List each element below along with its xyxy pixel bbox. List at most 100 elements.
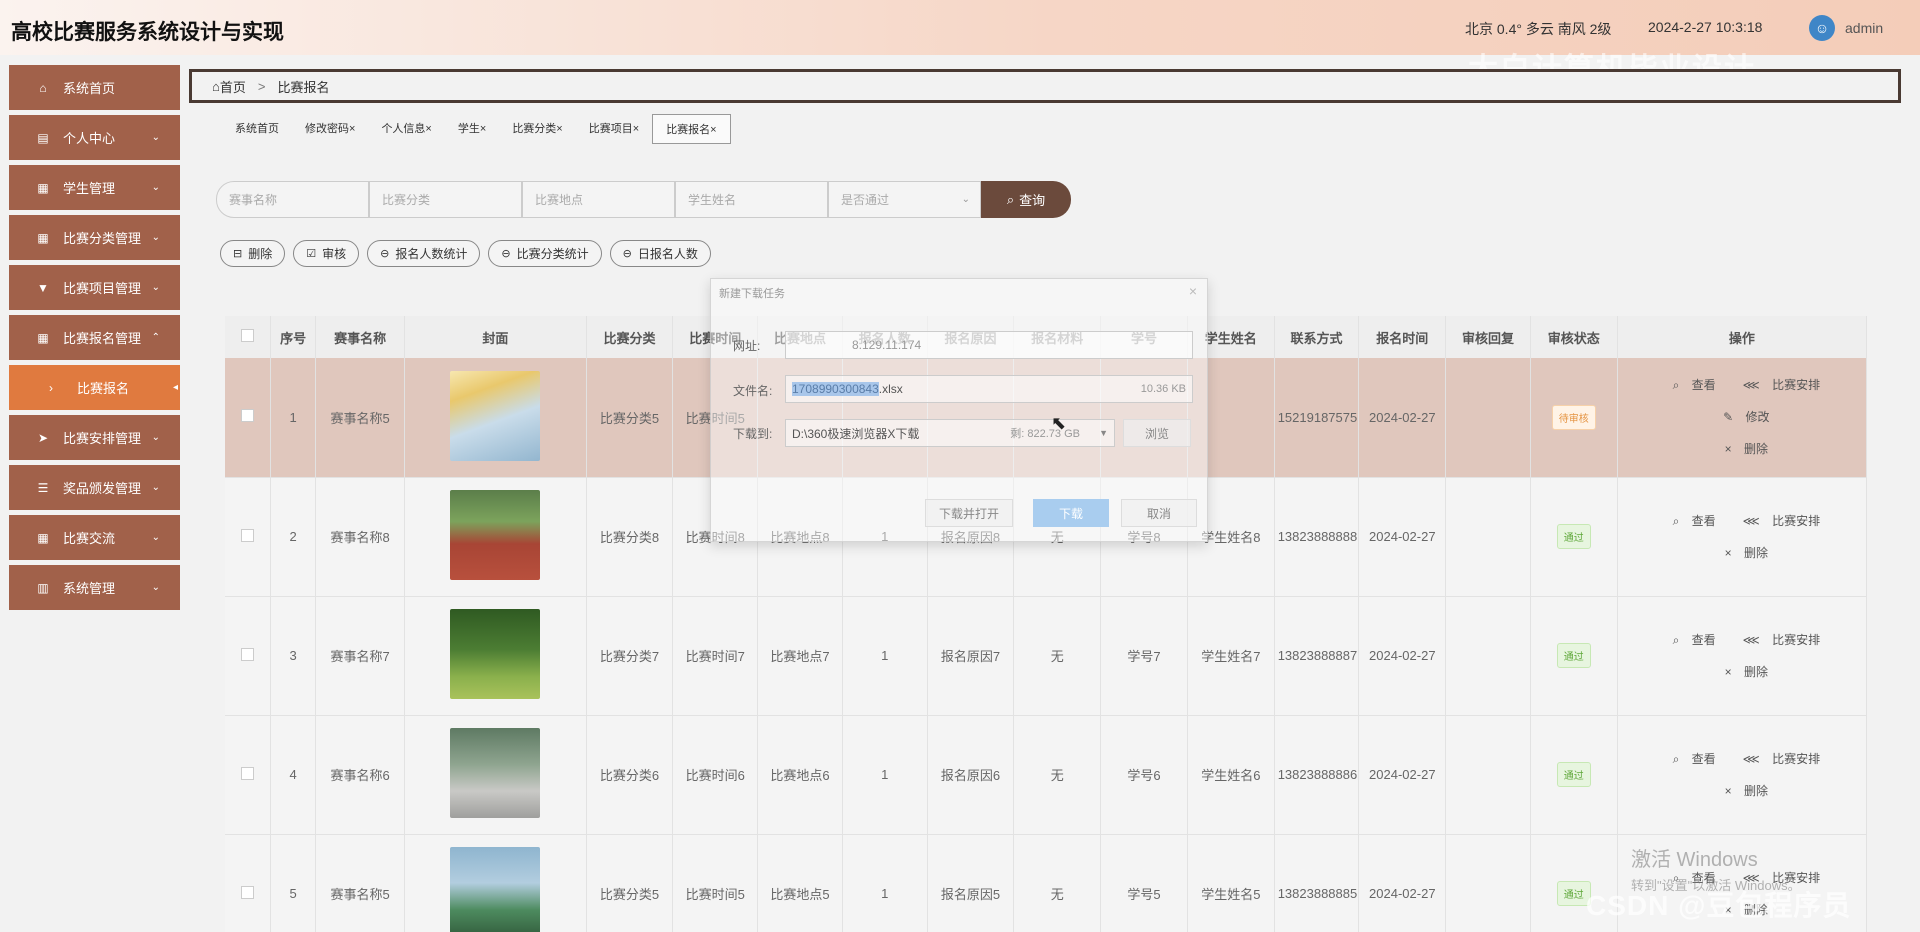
cell-reply	[1445, 715, 1531, 835]
row-action-2[interactable]: × 删除	[1716, 784, 1768, 798]
category-stat-button[interactable]: ⊖ 比赛分类统计	[488, 240, 602, 267]
tab-student[interactable]: 学生×	[445, 114, 499, 144]
filename-input[interactable]: 1708990300843 .xlsx 10.36 KB	[785, 375, 1193, 403]
cover-image[interactable]	[450, 847, 541, 932]
username[interactable]: admin	[1845, 20, 1883, 36]
mouse-cursor-icon: ⬉	[1051, 413, 1067, 433]
cover-image[interactable]	[450, 370, 541, 461]
row-action-1[interactable]: ⋘ 比赛安排	[1734, 633, 1820, 647]
row-checkbox-cell	[225, 715, 271, 835]
row-action-0[interactable]: ⌕ 查看	[1664, 378, 1716, 392]
location-input[interactable]: 比赛地点	[522, 181, 675, 218]
tab-change-password[interactable]: 修改密码×	[292, 114, 368, 144]
cancel-button[interactable]: 取消	[1121, 499, 1197, 527]
cover-image[interactable]	[450, 728, 541, 818]
sidebar-item-label: 系统首页	[63, 81, 116, 96]
query-button[interactable]: ⌕ 查询	[981, 181, 1071, 218]
cover-image[interactable]	[450, 609, 541, 699]
cell-student: 学生姓名7	[1187, 596, 1275, 716]
row-action-1[interactable]: ⋘ 比赛安排	[1734, 752, 1820, 766]
status-badge: 通过	[1556, 643, 1591, 668]
brush-icon: ▼	[37, 280, 49, 295]
row-checkbox[interactable]	[240, 409, 254, 423]
audit-button[interactable]: ☑ 审核	[293, 240, 360, 267]
row-action-1[interactable]: ⋘ 比赛安排	[1734, 514, 1820, 528]
caret-down-icon[interactable]: ▼	[1099, 428, 1108, 438]
audit-button-label: 审核	[322, 247, 347, 261]
cell-material: 无	[1013, 596, 1102, 716]
row-action-2[interactable]: × 删除	[1716, 665, 1768, 679]
sidebar-item-8[interactable]: ☰ 奖品颁发管理 ⌄	[9, 465, 180, 510]
share-icon: ⋘	[1742, 378, 1764, 393]
search-icon: ⌕	[1672, 751, 1683, 766]
tab-project[interactable]: 比赛项目×	[576, 114, 652, 144]
tab-profile[interactable]: 个人信息×	[368, 114, 444, 144]
file-size: 10.36 KB	[1140, 383, 1186, 395]
row-checkbox[interactable]	[240, 647, 254, 661]
home-icon[interactable]: ⌂	[212, 79, 220, 94]
cell-location: 比赛地点6	[757, 715, 843, 835]
close-icon[interactable]: ×	[1189, 283, 1197, 299]
minus-circle-icon: ⊖	[501, 248, 511, 260]
url-field[interactable]: 8.129.11.174	[785, 331, 1193, 359]
cover-image[interactable]	[450, 490, 541, 580]
sidebar-item-label: 个人中心	[63, 131, 116, 146]
sidebar-item-9[interactable]: ▦ 比赛交流 ⌄	[9, 515, 180, 560]
avatar[interactable]: ☺	[1809, 15, 1835, 41]
chevron-down-icon: ⌄	[961, 194, 970, 205]
home-icon: ⌂	[39, 80, 47, 95]
row-checkbox[interactable]	[240, 885, 254, 899]
grid-icon: ▦	[37, 180, 49, 195]
operations-cell: ⌕ 查看 ⋘ 比赛安排 ✎ 修改 × 删除	[1617, 358, 1867, 478]
select-all-checkbox[interactable]	[240, 329, 254, 342]
cell-regtime: 2024-02-27	[1358, 358, 1447, 478]
row-checkbox[interactable]	[240, 766, 254, 780]
column-header: 比赛分类	[586, 316, 674, 358]
delete-button[interactable]: ⊟ 删除	[220, 240, 286, 267]
sidebar-item-2[interactable]: ▦ 学生管理 ⌄	[9, 165, 180, 210]
student-name-input[interactable]: 学生姓名	[675, 181, 828, 218]
row-action-1[interactable]: ⋘ 比赛安排	[1734, 378, 1820, 392]
sidebar-item-0[interactable]: ⌂ 系统首页	[9, 65, 180, 110]
download-button[interactable]: 下载	[1033, 499, 1109, 527]
table-row[interactable]: 4 赛事名称6 比赛分类6 比赛时间6 比赛地点6 1 报名原因6 无学号6 学生姓名6 1382…	[225, 715, 1867, 835]
sidebar-item-label: 比赛报名管理	[63, 331, 142, 346]
passed-select[interactable]: 是否通过 ⌄	[828, 181, 981, 218]
download-open-button[interactable]: 下载并打开	[925, 499, 1013, 527]
daily-count-button[interactable]: ⊖ 日报名人数	[609, 240, 711, 267]
filename-ext: .xlsx	[878, 382, 903, 396]
tab-home[interactable]: 系统首页	[222, 114, 292, 144]
sidebar-item-1[interactable]: ▤ 个人中心 ⌄	[9, 115, 180, 160]
cell-student: 学生姓名5	[1187, 834, 1275, 932]
sidebar-item-3[interactable]: ▦ 比赛分类管理 ⌄	[9, 215, 180, 260]
sidebar-item-10[interactable]: ▥ 系统管理 ⌄	[9, 565, 180, 610]
row-checkbox[interactable]	[240, 528, 254, 542]
sidebar-item-5[interactable]: ▦ 比赛报名管理 ⌃	[9, 315, 180, 360]
row-action-0[interactable]: ⌕ 查看	[1664, 633, 1716, 647]
cell-reply	[1445, 477, 1531, 597]
table-row[interactable]: 3 赛事名称7 比赛分类7 比赛时间7 比赛地点7 1 报名原因7 无学号7 学生姓名7 1382…	[225, 596, 1867, 716]
count-stat-button[interactable]: ⊖ 报名人数统计	[367, 240, 481, 267]
sidebar-item-7[interactable]: ➤ 比赛安排管理 ⌄	[9, 415, 180, 460]
tab-category[interactable]: 比赛分类×	[499, 114, 575, 144]
sidebar-item-6[interactable]: › 比赛报名 ◂	[9, 365, 180, 410]
sidebar-item-label: 学生管理	[63, 181, 116, 196]
row-action-0[interactable]: ⌕ 查看	[1664, 514, 1716, 528]
browse-button[interactable]: 浏览	[1123, 419, 1191, 447]
sidebar-item-4[interactable]: ▼ 比赛项目管理 ⌄	[9, 265, 180, 310]
row-action-3[interactable]: × 删除	[1716, 442, 1768, 456]
event-name-input[interactable]: 赛事名称	[216, 181, 369, 218]
query-label: 查询	[1019, 193, 1046, 208]
grid-icon: ▦	[37, 230, 49, 245]
row-action-label: 查看	[1691, 632, 1716, 647]
delete-button-label: 删除	[248, 247, 273, 261]
row-action-label: 比赛安排	[1772, 751, 1821, 766]
tab-registration[interactable]: 比赛报名×	[652, 114, 731, 144]
row-action-2[interactable]: × 删除	[1716, 546, 1768, 560]
category-input[interactable]: 比赛分类	[369, 181, 522, 218]
row-action-2[interactable]: ✎ 修改	[1714, 410, 1769, 424]
row-action-0[interactable]: ⌕ 查看	[1664, 752, 1716, 766]
send-icon: ➤	[37, 430, 49, 445]
cell-count: 1	[842, 715, 928, 835]
breadcrumb-home[interactable]: 首页	[220, 77, 246, 96]
